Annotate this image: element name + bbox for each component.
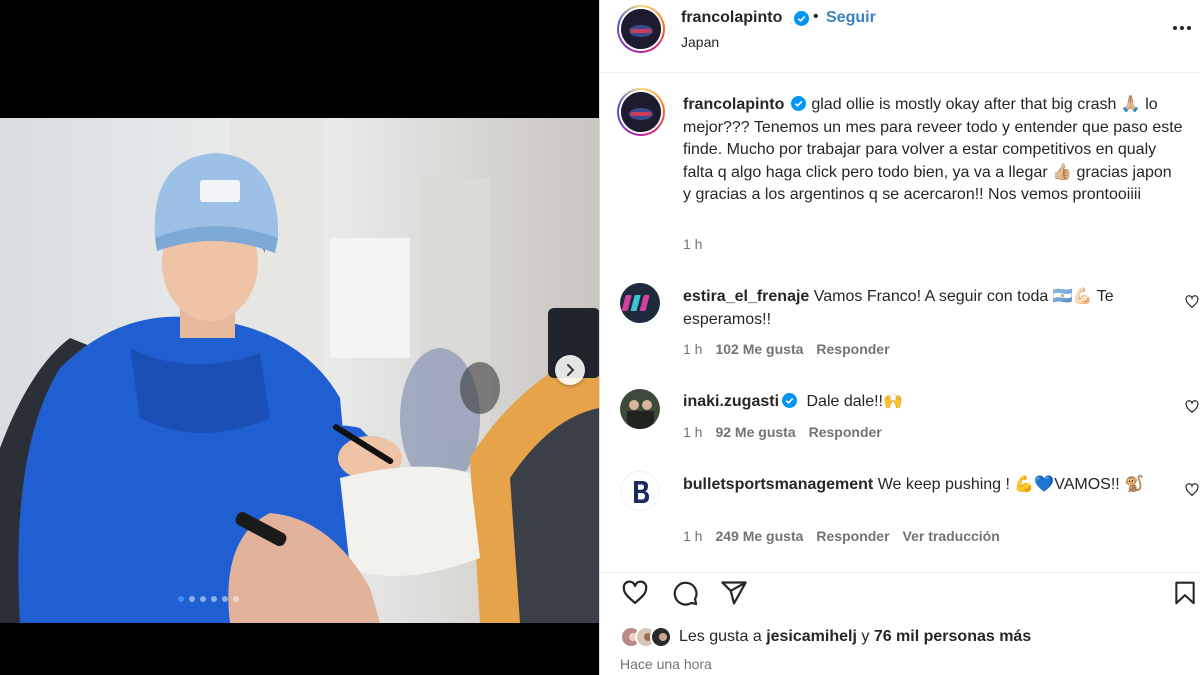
post-panel: francolapinto • Seguir Japan francolapin… (599, 0, 1200, 675)
avatar-image (621, 472, 659, 510)
post-timestamp[interactable]: Hace una hora (620, 656, 712, 672)
post-caption: francolapinto glad ollie is mostly okay a… (683, 94, 1183, 207)
caption-timestamp[interactable]: 1 h (683, 236, 702, 252)
comment-time[interactable]: 1 h (683, 341, 702, 357)
post-action-bar (600, 572, 1200, 612)
heart-icon[interactable] (620, 579, 650, 607)
avatar-image (620, 283, 660, 323)
likes-text: Les gusta a jesicamihelj y 76 mil person… (679, 628, 1031, 646)
author-avatar[interactable] (617, 5, 665, 53)
liker-avatar (650, 626, 672, 648)
comment-meta: 1 h 249 Me gusta Responder Ver traducció… (683, 528, 1000, 544)
photo-illustration (0, 118, 599, 623)
comment-likes[interactable]: 92 Me gusta (715, 424, 795, 440)
comment-meta: 1 h 102 Me gusta Responder (683, 341, 890, 357)
comment-body: estira_el_frenaje Vamos Franco! A seguir… (683, 285, 1158, 331)
carousel-dot (222, 596, 228, 602)
commenter-username[interactable]: bulletsportsmanagement (683, 476, 873, 493)
comment-body: bulletsportsmanagement We keep pushing !… (683, 473, 1158, 496)
translate-button[interactable]: Ver traducción (903, 528, 1000, 544)
likes-others[interactable]: 76 mil personas más (874, 628, 1031, 645)
avatar-image (621, 92, 661, 132)
comment-likes[interactable]: 102 Me gusta (715, 341, 803, 357)
comment-text: We keep pushing ! 💪💙VAMOS!! 🐒 (877, 476, 1145, 493)
author-username[interactable]: francolapinto (681, 9, 782, 27)
more-options-icon[interactable] (1172, 18, 1192, 38)
commenter-username[interactable]: estira_el_frenaje (683, 288, 809, 305)
reply-button[interactable]: Responder (809, 424, 882, 440)
likes-prefix: Les gusta a (679, 628, 762, 645)
comment-text: Dale dale!!🙌 (806, 393, 903, 410)
comment-time[interactable]: 1 h (683, 424, 702, 440)
heart-icon[interactable] (1185, 483, 1199, 497)
likes-connector: y (861, 628, 870, 645)
carousel-dot (200, 596, 206, 602)
post-location[interactable]: Japan (681, 34, 719, 50)
follow-button[interactable]: Seguir (826, 9, 876, 27)
comment-likes[interactable]: 249 Me gusta (715, 528, 803, 544)
verified-icon (791, 96, 807, 111)
carousel-indicator (178, 596, 239, 602)
reply-button[interactable]: Responder (816, 528, 889, 544)
carousel-dot (211, 596, 217, 602)
verified-icon (782, 393, 798, 408)
avatar-image (620, 389, 660, 429)
commenter-avatar[interactable] (620, 389, 660, 429)
liker-username[interactable]: jesicamihelj (766, 628, 857, 645)
carousel-next-button[interactable] (555, 355, 585, 385)
reply-button[interactable]: Responder (816, 341, 889, 357)
commenter-avatar[interactable] (620, 283, 660, 323)
comment-time[interactable]: 1 h (683, 528, 702, 544)
carousel-dot (178, 596, 184, 602)
commenter-avatar[interactable] (620, 471, 660, 511)
header-separator: • (813, 8, 819, 25)
comment-icon[interactable] (670, 579, 700, 607)
chevron-right-icon (567, 364, 575, 376)
bookmark-icon[interactable] (1172, 579, 1198, 607)
post-header: francolapinto • Seguir Japan (600, 0, 1200, 73)
post-photo[interactable] (0, 118, 599, 623)
heart-icon[interactable] (1185, 400, 1199, 414)
carousel-dot (189, 596, 195, 602)
comment-body: inaki.zugasti Dale dale!!🙌 (683, 390, 1158, 413)
comment-meta: 1 h 92 Me gusta Responder (683, 424, 882, 440)
avatar-image (621, 9, 661, 49)
commenter-username[interactable]: inaki.zugasti (683, 393, 779, 410)
heart-icon[interactable] (1185, 295, 1199, 309)
post-media (0, 0, 599, 675)
caption-username[interactable]: francolapinto (683, 96, 784, 113)
caption-avatar[interactable] (617, 88, 665, 136)
share-icon[interactable] (719, 579, 749, 607)
likes-summary: Les gusta a jesicamihelj y 76 mil person… (620, 626, 1031, 648)
carousel-dot (233, 596, 239, 602)
verified-icon (794, 11, 809, 26)
